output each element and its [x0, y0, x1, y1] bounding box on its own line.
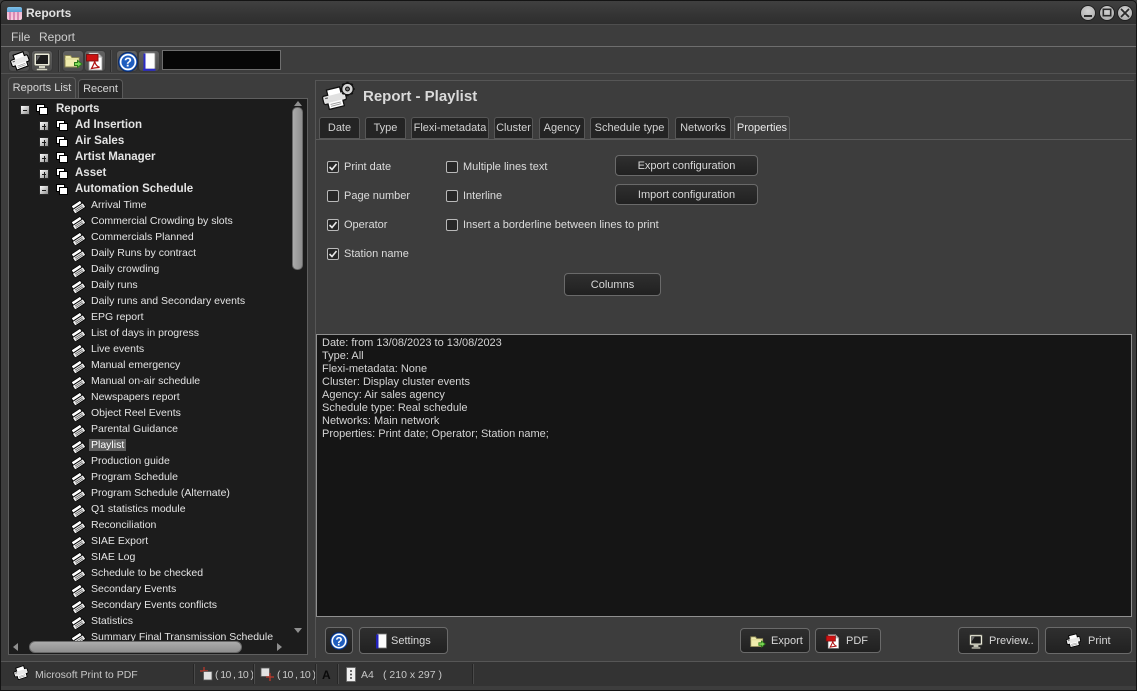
svg-text:?: ? [124, 55, 132, 70]
svg-text:?: ? [335, 634, 342, 648]
